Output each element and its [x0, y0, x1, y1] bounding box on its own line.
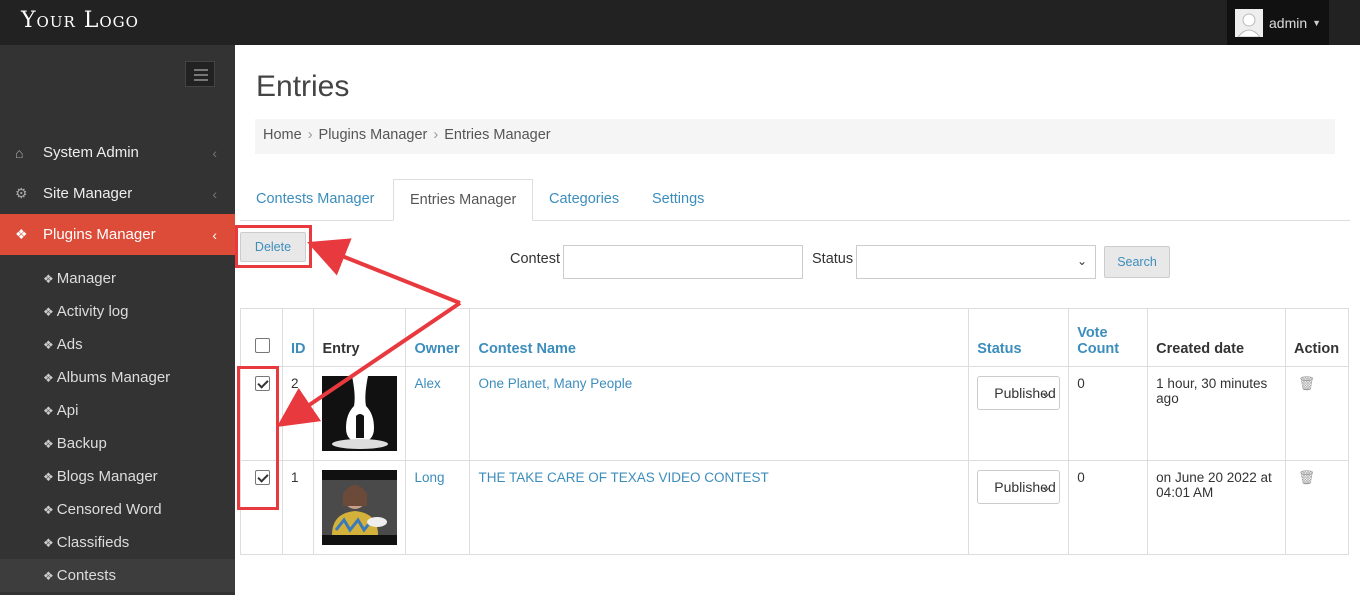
- arrow-to-delete-icon: [307, 238, 461, 305]
- annotation-arrows: [276, 238, 462, 427]
- arrow-to-checkboxes-icon: [276, 301, 462, 427]
